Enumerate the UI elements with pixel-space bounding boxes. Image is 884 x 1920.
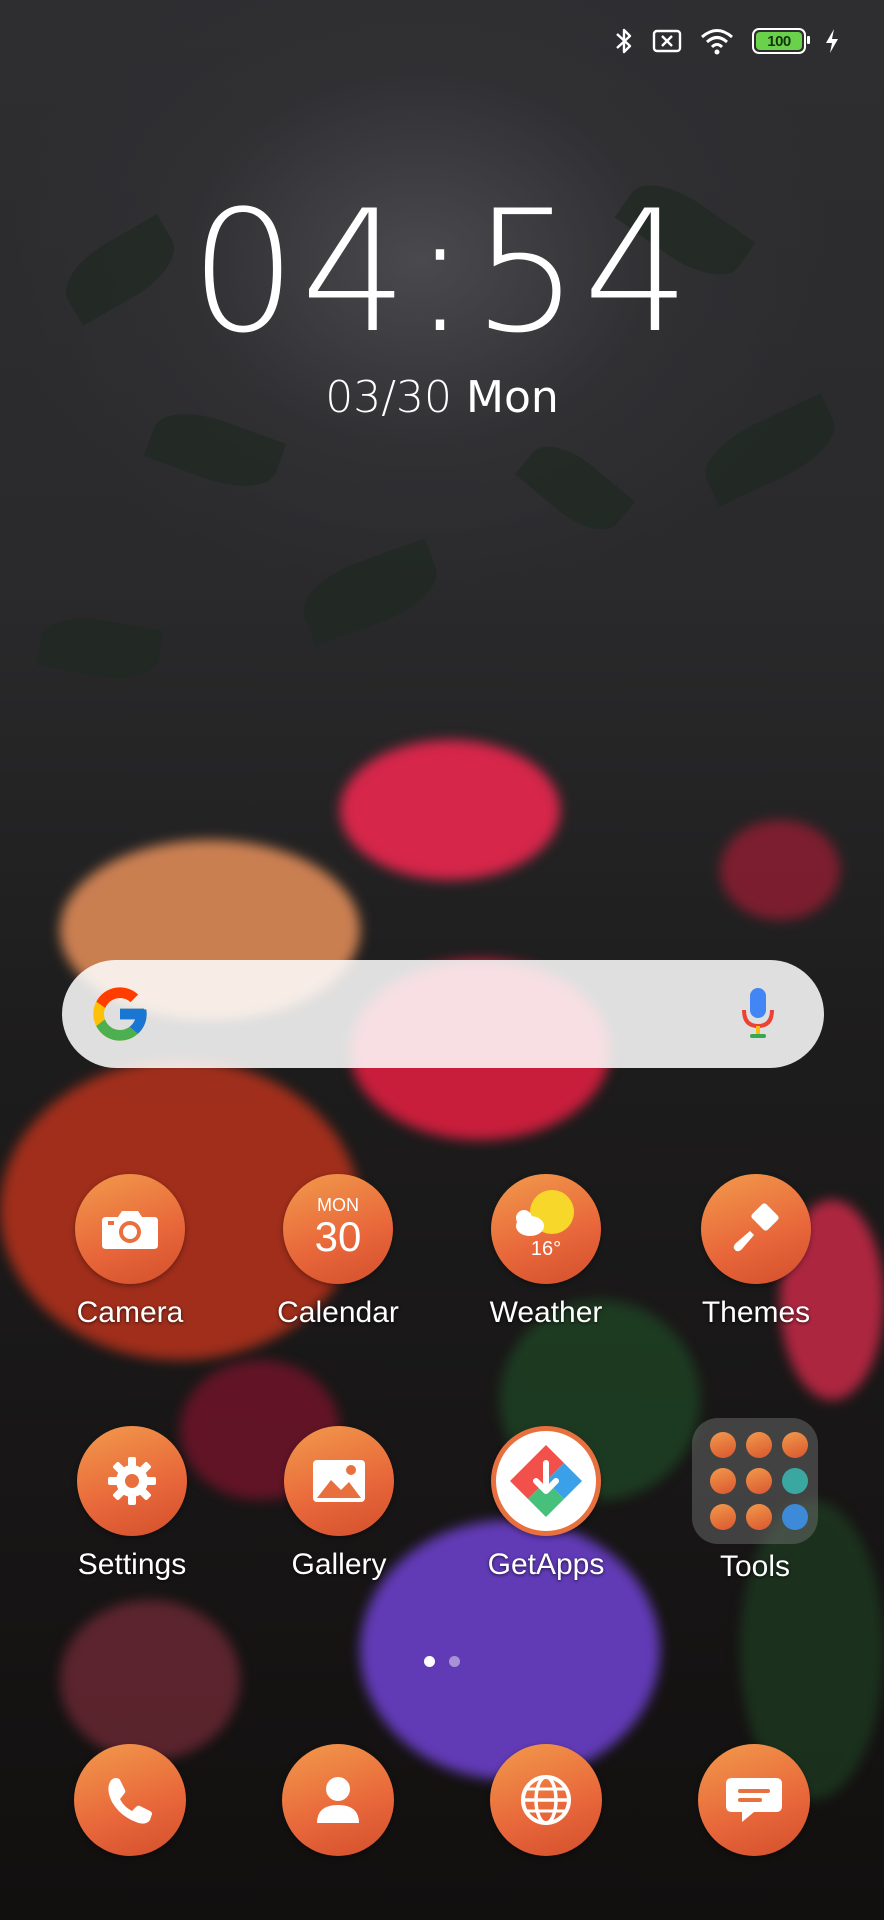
google-logo-icon	[93, 987, 147, 1041]
calendar-icon: MON 30	[283, 1174, 393, 1284]
weather-temp: 16°	[530, 1237, 562, 1260]
app-calendar[interactable]: MON 30 Calendar	[248, 1174, 428, 1330]
dock-phone[interactable]	[74, 1744, 186, 1856]
calculator-icon	[710, 1432, 736, 1458]
app-label: Settings	[77, 1548, 187, 1581]
weekday-text: Mon	[466, 372, 559, 423]
video-icon	[746, 1468, 772, 1494]
folder-icon	[692, 1418, 818, 1544]
bluetooth-icon	[616, 28, 632, 54]
app-settings[interactable]: Settings	[42, 1426, 222, 1582]
paintbrush-icon	[701, 1174, 811, 1284]
page-dot-2[interactable]	[449, 1656, 460, 1667]
dock-browser[interactable]	[490, 1744, 602, 1856]
app-label: GetApps	[487, 1548, 605, 1581]
microphone-icon[interactable]	[738, 986, 778, 1044]
charging-icon	[826, 29, 838, 53]
app-gallery[interactable]: Gallery	[249, 1426, 429, 1582]
image-icon	[284, 1426, 394, 1536]
google-search-bar[interactable]	[62, 960, 824, 1068]
security-icon	[746, 1504, 772, 1530]
messages-icon	[726, 1778, 782, 1822]
app-label: Tools	[719, 1550, 791, 1583]
compass-icon	[746, 1432, 772, 1458]
app-label: Gallery	[291, 1548, 387, 1581]
wifi-icon	[701, 29, 733, 55]
feedback-icon	[782, 1504, 808, 1530]
app-weather[interactable]: 16° Weather	[456, 1174, 636, 1330]
getapps-icon	[491, 1426, 601, 1536]
app-camera[interactable]: Camera	[40, 1174, 220, 1330]
app-label: Camera	[76, 1296, 184, 1329]
browser-globe-icon	[521, 1775, 571, 1825]
app-label: Weather	[489, 1296, 603, 1329]
clock-time[interactable]: 04:54	[0, 188, 884, 356]
recorder-icon	[710, 1468, 736, 1494]
app-themes[interactable]: Themes	[666, 1174, 846, 1330]
status-bar: 100	[0, 0, 884, 80]
no-sim-icon	[652, 29, 682, 53]
clock-date[interactable]: 03/30 Mon	[0, 372, 884, 423]
downloads-icon	[710, 1504, 736, 1530]
contacts-icon	[317, 1777, 359, 1823]
battery-icon: 100	[752, 28, 810, 54]
weather-icon: 16°	[491, 1174, 601, 1284]
date-text: 03/30	[325, 372, 453, 423]
dock-messages[interactable]	[698, 1744, 810, 1856]
dock-contacts[interactable]	[282, 1744, 394, 1856]
gear-icon	[77, 1426, 187, 1536]
app-label: Themes	[701, 1296, 811, 1329]
app-label: Calendar	[277, 1296, 399, 1329]
app-folder-tools[interactable]: Tools	[665, 1418, 845, 1584]
camera-icon	[75, 1174, 185, 1284]
page-indicator[interactable]	[0, 1656, 884, 1667]
phone-icon	[108, 1778, 152, 1824]
battery-level: 100	[767, 32, 791, 50]
notes-icon	[782, 1432, 808, 1458]
scanner-icon	[782, 1468, 808, 1494]
app-getapps[interactable]: GetApps	[456, 1426, 636, 1582]
calendar-day: 30	[314, 1212, 362, 1260]
page-dot-1[interactable]	[424, 1656, 435, 1667]
